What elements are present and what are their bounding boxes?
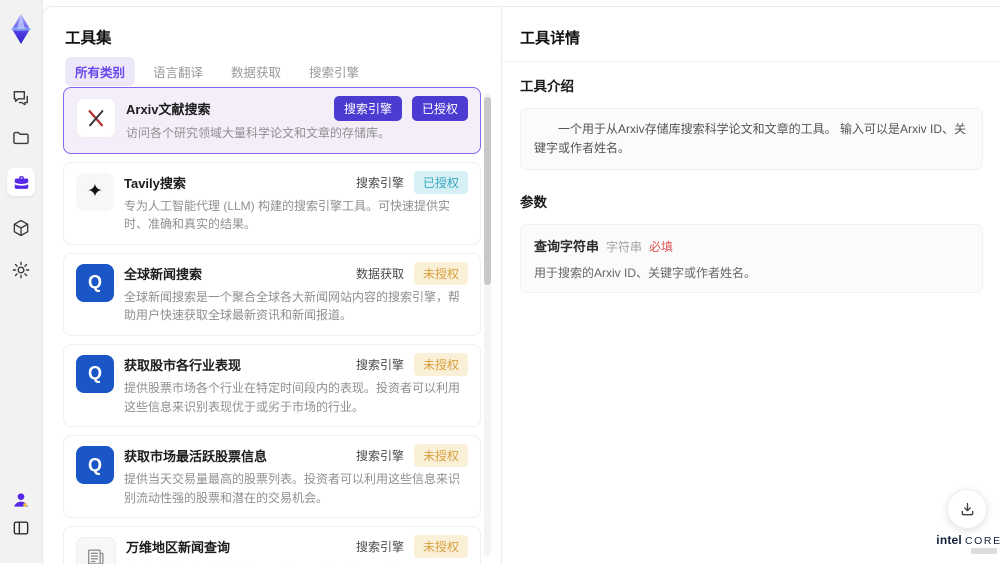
- category-tab[interactable]: 搜索引擎: [299, 57, 369, 86]
- category-badge: 搜索引擎: [355, 357, 404, 372]
- params-heading: 参数: [520, 195, 547, 211]
- tool-card-body: Arxiv文献搜索 搜索引擎 已授权 访问各个研究领域大量科学论文和文章的存储库…: [126, 96, 468, 143]
- newspaper-icon: [76, 537, 116, 564]
- tool-list: Arxiv文献搜索 搜索引擎 已授权 访问各个研究领域大量科学论文和文章的存储库…: [63, 87, 481, 564]
- tool-glyph-icon: ✦: [76, 172, 114, 211]
- page-title: 工具集: [65, 30, 112, 47]
- sidebar-item-tools[interactable]: [7, 168, 35, 196]
- tool-glyph-icon: Q: [76, 263, 114, 302]
- tool-card[interactable]: Q 获取市场最活跃股票信息 搜索引擎 未授权 提供当天交易量最高的股票列表。投资…: [63, 435, 481, 519]
- detail-title: 工具详情: [520, 30, 581, 47]
- tool-description: 提供当天交易量最高的股票列表。投资者可以利用这些信息来识别流动性强的股票和潜在的…: [124, 472, 461, 505]
- tool-name: 获取市场最活跃股票信息: [124, 449, 268, 465]
- main-content: 工具集 所有类别 语言翻译 数据获取 搜索引擎 Arxiv文献搜索 搜索引擎 已…: [42, 6, 1000, 564]
- param-required-flag: 必填: [649, 240, 674, 255]
- auth-status-badge: 已授权: [413, 170, 468, 194]
- tool-card[interactable]: ✦ Tavily搜索 搜索引擎 已授权 专为人工智能代理 (LLM) 构建的搜索…: [63, 161, 481, 245]
- param-description: 用于搜索的Arxiv ID、关键字或作者姓名。: [534, 266, 757, 281]
- intro-box: 一个用于从Arxiv存储库搜索科学论文和文章的工具。 输入可以是Arxiv ID…: [520, 108, 983, 171]
- brand-product: CORE: [964, 535, 1000, 547]
- brand-name: intel: [936, 533, 962, 547]
- download-icon: [958, 500, 977, 519]
- settings-gear-icon[interactable]: [11, 260, 31, 280]
- auth-status-badge: 未授权: [413, 352, 468, 376]
- category-tab[interactable]: 语言翻译: [143, 57, 213, 86]
- category-badge: 搜索引擎: [355, 449, 404, 464]
- tool-card-body: 万维地区新闻查询 搜索引擎 未授权 查询具体行政区划内的新闻，快速了解各地新闻动…: [126, 535, 468, 564]
- category-badge: 搜索引擎: [355, 540, 404, 555]
- intro-text: 一个用于从Arxiv存储库搜索科学论文和文章的工具。 输入可以是Arxiv ID…: [534, 122, 967, 156]
- download-button[interactable]: [947, 489, 987, 529]
- scrollbar-thumb[interactable]: [484, 97, 491, 285]
- param-name: 查询字符串: [534, 239, 600, 255]
- side-panel-toggle-icon[interactable]: [11, 518, 31, 538]
- intel-core-logo: intel CORE: [929, 531, 1000, 549]
- tool-name: 全球新闻搜索: [124, 266, 203, 282]
- brand-sub-badge: [971, 548, 997, 554]
- tool-card[interactable]: Q 全球新闻搜索 数据获取 未授权 全球新闻搜索是一个聚合全球各大新闻网站内容的…: [63, 252, 481, 336]
- tool-detail-panel: 工具详情 工具介绍 一个用于从Arxiv存储库搜索科学论文和文章的工具。 输入可…: [502, 7, 1000, 564]
- tool-name: Arxiv文献搜索: [126, 102, 211, 117]
- app-rail: [0, 0, 43, 563]
- chat-icon[interactable]: [11, 88, 31, 108]
- toolbox-icon: [12, 173, 31, 192]
- tool-name: Tavily搜索: [124, 175, 186, 191]
- category-tab[interactable]: 所有类别: [65, 57, 136, 86]
- user-avatar-icon[interactable]: [11, 490, 31, 510]
- tool-description: 访问各个研究领域大量科学论文和文章的存储库。: [126, 126, 391, 140]
- tool-glyph-icon: Q: [76, 354, 114, 393]
- tool-description: 提供股票市场各个行业在特定时间段内的表现。投资者可以利用这些信息来识别表现优于或…: [124, 380, 461, 414]
- intro-heading: 工具介绍: [520, 79, 574, 94]
- tool-name: 获取股市各行业表现: [124, 357, 242, 373]
- tool-card[interactable]: Q 获取股市各行业表现 搜索引擎 未授权 提供股票市场各个行业在特定时间段内的表…: [63, 343, 481, 428]
- auth-status-badge: 未授权: [413, 535, 468, 559]
- tool-glyph-icon: Q: [76, 446, 114, 485]
- tool-card-body: 获取股市各行业表现 搜索引擎 未授权 提供股票市场各个行业在特定时间段内的表现。…: [124, 352, 468, 416]
- param-type: 字符串: [606, 240, 643, 255]
- app-logo-icon: [5, 12, 37, 46]
- tool-card-body: Tavily搜索 搜索引擎 已授权 专为人工智能代理 (LLM) 构建的搜索引擎…: [124, 170, 468, 234]
- category-badge: 搜索引擎: [333, 96, 402, 121]
- category-badge: 数据获取: [355, 266, 404, 281]
- tool-name: 万维地区新闻查询: [126, 540, 231, 556]
- arxiv-logo-icon: [76, 98, 116, 138]
- folder-icon[interactable]: [11, 128, 31, 148]
- auth-status-badge: 未授权: [413, 444, 468, 468]
- auth-status-badge: 未授权: [413, 261, 468, 285]
- category-badge: 搜索引擎: [355, 175, 404, 190]
- divider: [502, 61, 1000, 62]
- tool-card[interactable]: Arxiv文献搜索 搜索引擎 已授权 访问各个研究领域大量科学论文和文章的存储库…: [63, 87, 481, 154]
- auth-status-badge: 已授权: [411, 96, 468, 121]
- package-icon[interactable]: [11, 218, 31, 238]
- tool-description: 专为人工智能代理 (LLM) 构建的搜索引擎工具。可快速提供实时、准确和真实的结…: [124, 198, 451, 232]
- tool-card[interactable]: 万维地区新闻查询 搜索引擎 未授权 查询具体行政区划内的新闻，快速了解各地新闻动…: [63, 526, 481, 564]
- tool-description: 全球新闻搜索是一个聚合全球各大新闻网站内容的搜索引擎，帮助用户快速获取全球最新资…: [124, 289, 461, 323]
- parameter-box: 查询字符串 字符串 必填 用于搜索的Arxiv ID、关键字或作者姓名。: [520, 224, 983, 294]
- tool-card-body: 全球新闻搜索 数据获取 未授权 全球新闻搜索是一个聚合全球各大新闻网站内容的搜索…: [124, 261, 468, 325]
- tool-card-body: 获取市场最活跃股票信息 搜索引擎 未授权 提供当天交易量最高的股票列表。投资者可…: [124, 444, 468, 507]
- category-tabs: 所有类别 语言翻译 数据获取 搜索引擎: [65, 57, 369, 86]
- category-tab[interactable]: 数据获取: [221, 57, 291, 86]
